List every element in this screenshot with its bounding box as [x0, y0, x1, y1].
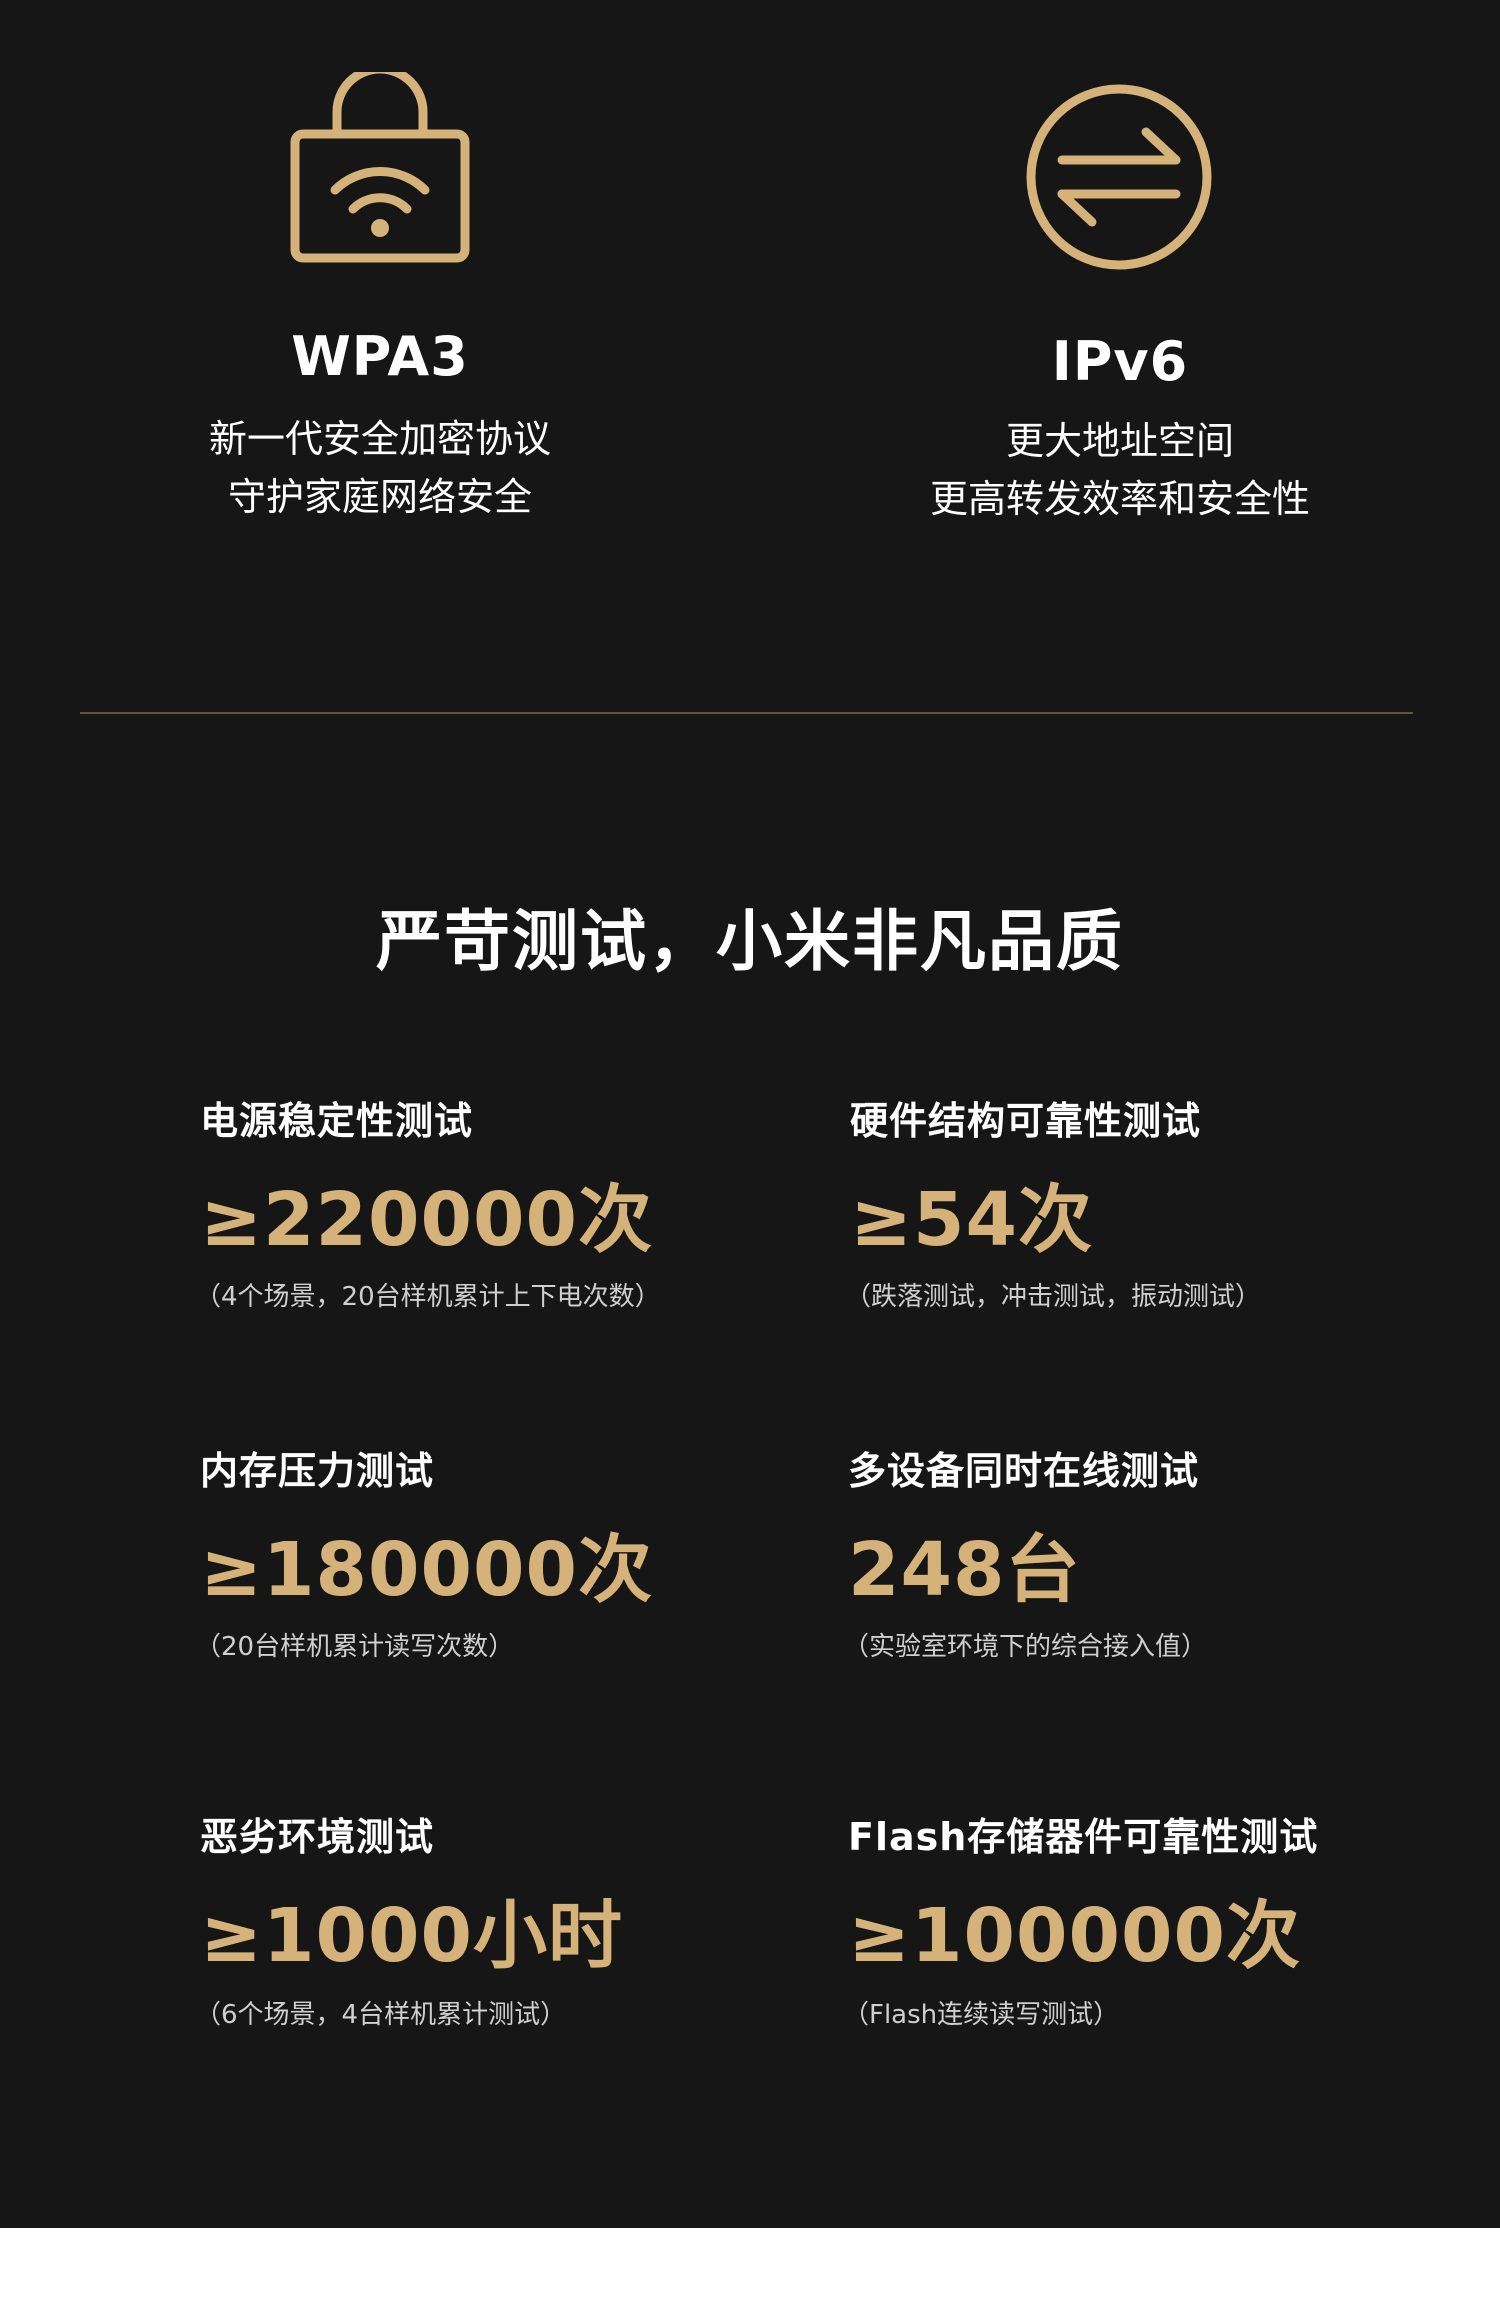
feature-desc-ipv6: 更大地址空间 更高转发效率和安全性	[840, 412, 1400, 528]
test-value-power: ≥220000次	[200, 1177, 653, 1263]
bottom-margin	[0, 2228, 1500, 2322]
test-value-multidevice: 248台	[848, 1527, 1081, 1613]
test-label-memory: 内存压力测试	[200, 1449, 435, 1493]
test-note-multidevice: （实验室环境下的综合接入值）	[843, 1632, 1208, 1662]
feature-desc-line: 新一代安全加密协议	[208, 417, 551, 461]
feature-title-wpa3: WPA3	[291, 325, 469, 388]
section-title: 严苛测试，小米非凡品质	[376, 903, 1124, 980]
test-label-power: 电源稳定性测试	[200, 1099, 474, 1143]
feature-title-ipv6: IPv6	[1051, 330, 1189, 393]
wifi-lock-icon	[290, 72, 470, 263]
test-label-hardware: 硬件结构可靠性测试	[850, 1099, 1202, 1143]
test-note-environment: （6个场景，4台样机累计测试）	[195, 2000, 567, 2030]
section-divider	[80, 712, 1413, 714]
feature-desc-line: 守护家庭网络安全	[227, 475, 532, 519]
dark-panel: WPA3 新一代安全加密协议 守护家庭网络安全 IPv6 更大地址空间 更高转发…	[0, 0, 1500, 2228]
feature-desc-wpa3: 新一代安全加密协议 守护家庭网络安全	[100, 410, 660, 526]
test-note-flash: （Flash连续读写测试）	[843, 2000, 1120, 2030]
test-note-hardware: （跌落测试，冲击测试，振动测试）	[845, 1282, 1262, 1312]
test-value-environment: ≥1000小时	[200, 1893, 623, 1979]
test-label-flash: Flash存储器件可靠性测试	[848, 1815, 1319, 1859]
test-note-power: （4个场景，20台样机累计上下电次数）	[195, 1282, 661, 1312]
exchange-arrows-icon	[1026, 84, 1212, 270]
feature-desc-line: 更大地址空间	[1005, 419, 1234, 463]
feature-desc-line: 更高转发效率和安全性	[929, 477, 1310, 521]
test-value-memory: ≥180000次	[200, 1527, 653, 1613]
test-label-multidevice: 多设备同时在线测试	[848, 1449, 1200, 1493]
test-value-flash: ≥100000次	[848, 1893, 1301, 1979]
test-note-memory: （20台样机累计读写次数）	[195, 1632, 515, 1662]
test-value-hardware: ≥54次	[850, 1177, 1093, 1263]
test-label-environment: 恶劣环境测试	[200, 1815, 435, 1859]
